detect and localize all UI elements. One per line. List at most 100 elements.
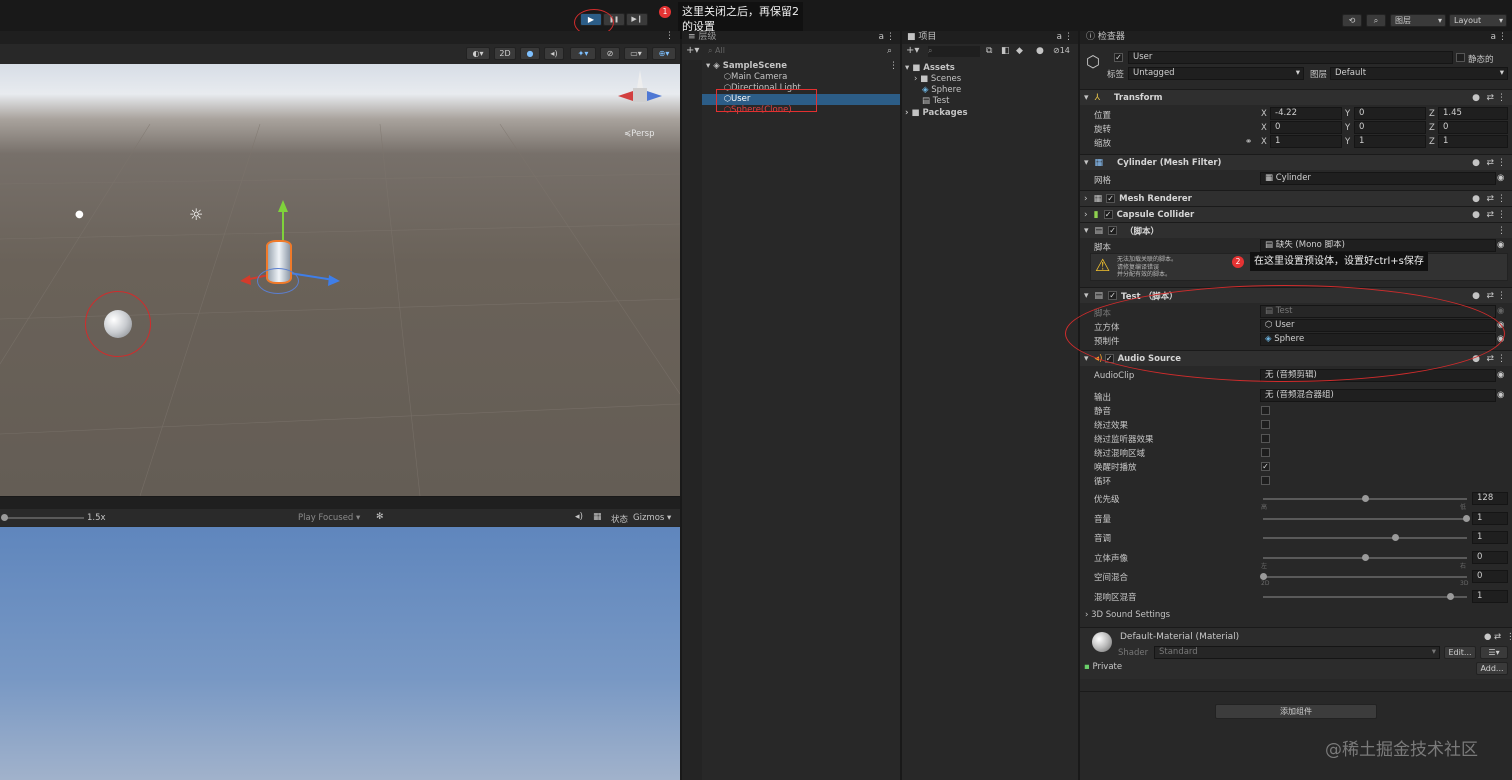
stats-button[interactable]: 状态 [611, 513, 628, 525]
inspector-tab[interactable]: ⓘ 检查器 a ⋮ [1080, 31, 1512, 44]
mesh-field[interactable]: ▦ Cylinder [1260, 172, 1496, 185]
lighting-toggle-icon[interactable]: ● [520, 47, 540, 60]
more-icon[interactable]: ⋮ [1497, 291, 1506, 301]
filter-icon[interactable]: ⧉ [986, 46, 992, 56]
gizmos-dropdown[interactable]: Gizmos ▾ [633, 513, 671, 523]
position-z-field[interactable]: 1.45 [1438, 107, 1508, 120]
object-name-field[interactable]: User [1128, 51, 1453, 64]
audio-slider-track[interactable] [1263, 537, 1467, 539]
scale-slider-knob[interactable] [1, 514, 8, 521]
help-icon[interactable]: ● [1472, 210, 1480, 220]
layout-dropdown[interactable]: Layout ▾ [1449, 14, 1507, 27]
bypass-listener-checkbox[interactable] [1261, 434, 1270, 443]
help-icon[interactable]: ● [1472, 93, 1480, 103]
game-viewport[interactable] [0, 527, 680, 780]
position-x-field[interactable]: -4.22 [1270, 107, 1342, 120]
position-y-field[interactable]: 0 [1354, 107, 1426, 120]
object-icon[interactable]: ⬡ [1086, 52, 1100, 71]
scene-root[interactable]: ▾ ◈ SampleScene [706, 61, 787, 71]
expand-arrow-icon[interactable]: › [905, 108, 909, 118]
scale-x-field[interactable]: 1 [1270, 135, 1342, 148]
help-icon[interactable]: ● [1472, 158, 1480, 168]
bug-icon[interactable]: ✻ [376, 512, 384, 522]
audio-slider-value[interactable]: 0 [1472, 570, 1508, 583]
audio-slider-track[interactable] [1263, 596, 1467, 598]
assets-folder[interactable]: ▾ ■ Assets [905, 63, 955, 73]
edit-shader-button[interactable]: Edit... [1444, 646, 1476, 659]
effects-toggle-icon[interactable]: ✦▾ [570, 47, 596, 60]
enable-checkbox[interactable]: ✓ [1103, 210, 1113, 219]
toggle-2d-button[interactable]: 2D [494, 47, 516, 60]
object-picker-icon[interactable]: ◉ [1497, 370, 1504, 380]
object-picker-icon[interactable]: ◉ [1497, 390, 1504, 400]
preset-icon[interactable]: ⇄ [1494, 632, 1501, 642]
play-on-awake-checkbox[interactable]: ✓ [1261, 462, 1270, 471]
mute-audio-icon[interactable]: ◂) [575, 512, 583, 522]
preset-icon[interactable]: ⇄ [1486, 354, 1494, 364]
audio-slider-value[interactable]: 1 [1472, 590, 1508, 603]
audio-slider-knob[interactable] [1362, 495, 1369, 502]
more-icon[interactable]: ⋮ [1497, 194, 1506, 204]
more-icon[interactable]: ⋮ [889, 61, 898, 71]
project-item[interactable]: › ■ Scenes [914, 74, 961, 84]
static-checkbox[interactable] [1456, 53, 1465, 62]
add-object-button[interactable]: +▾ [686, 45, 699, 56]
loop-checkbox[interactable] [1261, 476, 1270, 485]
label-filter-icon[interactable]: ◆ [1016, 46, 1023, 56]
audio-slider-knob[interactable] [1392, 534, 1399, 541]
gizmo-center-cube[interactable] [633, 88, 647, 102]
gizmos-icon[interactable]: ⊕▾ [652, 47, 676, 60]
scale-slider[interactable] [4, 517, 84, 519]
more-icon[interactable]: ⋮ [1497, 226, 1506, 236]
history-icon[interactable]: ⟲ [1342, 14, 1362, 27]
rotation-z-field[interactable]: 0 [1438, 121, 1508, 134]
search-icon[interactable]: ⌕ [1366, 14, 1386, 27]
add-label-button[interactable]: Add... [1476, 662, 1508, 675]
enable-checkbox[interactable]: ✓ [1108, 291, 1118, 300]
hierarchy-tab[interactable]: ≡ 层级 a ⋮ [682, 31, 900, 44]
hierarchy-search[interactable]: ⌕ All [708, 46, 888, 57]
lock-icon[interactable]: a [1056, 31, 1062, 44]
more-icon[interactable]: ⋮ [1497, 210, 1506, 220]
add-asset-button[interactable]: +▾ [906, 45, 919, 56]
search-icon[interactable]: ⌕ [887, 46, 892, 56]
visibility-toggle-icon[interactable]: ⊘ [600, 47, 620, 60]
rotation-x-field[interactable]: 0 [1270, 121, 1342, 134]
audio-slider-value[interactable]: 1 [1472, 531, 1508, 544]
help-icon[interactable]: ● [1484, 632, 1491, 642]
audio-slider-knob[interactable] [1362, 554, 1369, 561]
more-icon[interactable]: ⋮ [1064, 31, 1073, 44]
capsule-collider-header[interactable]: › ▮ ✓ Capsule Collider ● ⇄ ⋮ [1080, 206, 1512, 222]
hierarchy-item[interactable]: ⬡ Main Camera [724, 72, 787, 82]
step-button[interactable]: ▶❙ [626, 13, 648, 26]
shading-mode-button[interactable]: ◐▾ [466, 47, 490, 60]
more-icon[interactable]: ⋮ [1506, 632, 1512, 642]
scene-viewport[interactable]: ≼Persp ● ☼ [0, 64, 680, 496]
help-icon[interactable]: ● [1472, 291, 1480, 301]
help-icon[interactable]: ● [1472, 194, 1480, 204]
packages-folder[interactable]: › ■ Packages [905, 108, 968, 118]
more-icon[interactable]: ⋮ [1497, 354, 1506, 364]
gizmo-y-cone[interactable] [637, 70, 643, 88]
missing-script-header[interactable]: ▾ ▤ ✓ （脚本） ⋮ [1080, 222, 1512, 238]
audio-slider-value[interactable]: 0 [1472, 551, 1508, 564]
transform-header[interactable]: ▾ ⅄ Transform ● ⇄ ⋮ [1080, 89, 1512, 105]
scale-y-field[interactable]: 1 [1354, 135, 1426, 148]
more-icon[interactable]: ⋮ [1498, 31, 1507, 44]
type-filter-icon[interactable]: ◧ [1001, 46, 1010, 56]
project-item[interactable]: ▤ Test [922, 96, 949, 106]
layer-dropdown[interactable]: Default ▾ [1330, 67, 1508, 80]
mesh-renderer-header[interactable]: › ▦ ✓ Mesh Renderer ● ⇄ ⋮ [1080, 190, 1512, 206]
lock-icon[interactable]: a [1490, 31, 1496, 44]
project-item[interactable]: ◈ Sphere [922, 85, 961, 95]
layers-dropdown[interactable]: 图层 ▾ [1390, 14, 1446, 27]
audio-slider-knob[interactable] [1260, 573, 1267, 580]
sound-3d-settings-foldout[interactable]: › 3D Sound Settings [1085, 610, 1170, 620]
project-tab[interactable]: ■ 项目 a ⋮ [902, 31, 1078, 44]
add-component-button[interactable]: 添加组件 [1215, 704, 1377, 719]
persp-label[interactable]: ≼Persp [624, 129, 655, 139]
display-icon[interactable]: ▦ [593, 512, 602, 522]
object-picker-icon[interactable]: ◉ [1497, 240, 1504, 250]
tag-dropdown[interactable]: Untagged ▾ [1128, 67, 1304, 80]
scale-z-field[interactable]: 1 [1438, 135, 1508, 148]
